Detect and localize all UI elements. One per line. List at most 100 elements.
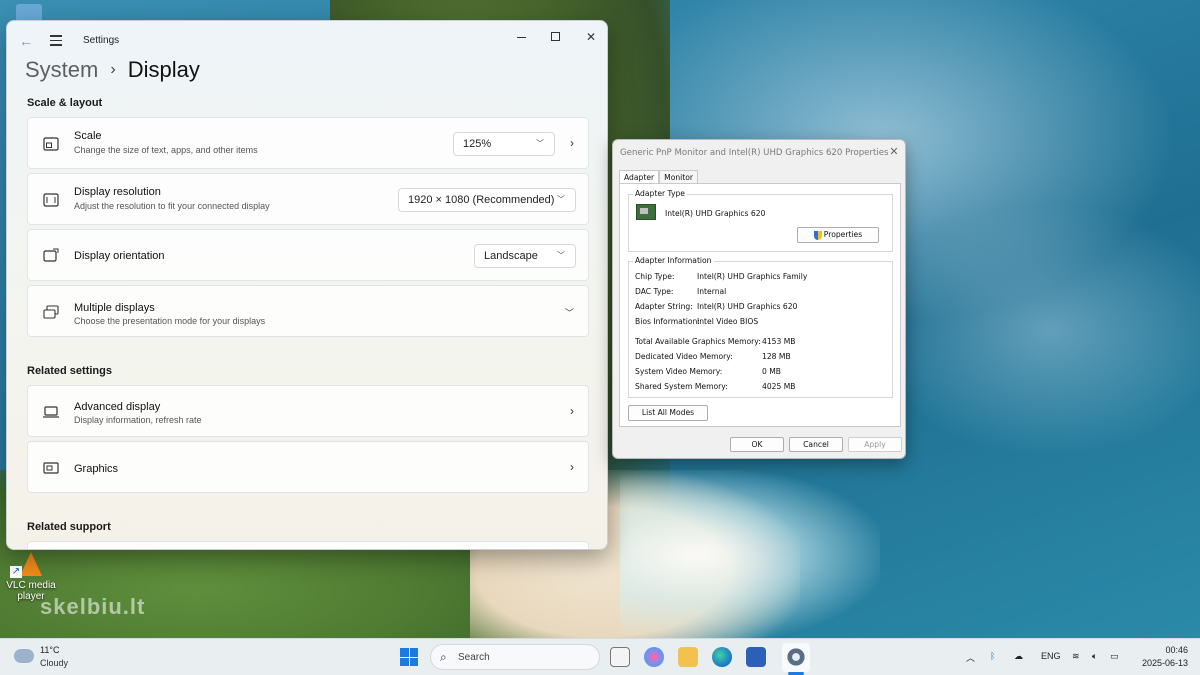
dialog-tabs: Adapter Monitor bbox=[619, 170, 699, 184]
cloud-icon[interactable] bbox=[14, 649, 34, 663]
apply-button[interactable]: Apply bbox=[848, 437, 902, 452]
scale-dropdown[interactable]: 125% ﹀ bbox=[453, 132, 555, 156]
settings-gear-icon[interactable] bbox=[786, 647, 806, 667]
memory-value: 0 MB bbox=[762, 367, 782, 376]
resolution-card[interactable]: Display resolution Adjust the resolution… bbox=[27, 173, 589, 225]
weather-temperature[interactable]: 11°C bbox=[40, 645, 59, 655]
memory-value: 4153 MB bbox=[762, 337, 796, 346]
info-key: Chip Type: bbox=[635, 272, 675, 281]
scale-card[interactable]: Scale Change the size of text, apps, and… bbox=[27, 117, 589, 169]
language-indicator[interactable]: ENG bbox=[1041, 651, 1061, 661]
chevron-right-icon[interactable]: › bbox=[570, 460, 574, 474]
adapter-name: Intel(R) UHD Graphics 620 bbox=[665, 209, 766, 218]
chevron-down-icon: ﹀ bbox=[557, 251, 565, 260]
clock-date[interactable]: 2025-06-13 bbox=[1136, 658, 1188, 668]
scale-value: 125% bbox=[463, 138, 492, 150]
resolution-value: 1920 × 1080 (Recommended) bbox=[408, 194, 555, 206]
section-scale-layout: Scale & layout bbox=[27, 97, 103, 109]
minimize-button[interactable] bbox=[503, 25, 539, 49]
multiple-displays-title: Multiple displays bbox=[74, 302, 155, 314]
back-arrow-icon[interactable]: ← bbox=[17, 32, 35, 50]
memory-row-shared: Shared System Memory: 4025 MB bbox=[635, 382, 796, 391]
info-value: Internal bbox=[697, 287, 727, 296]
uac-shield-icon bbox=[813, 230, 822, 240]
breadcrumb: System › Display bbox=[25, 57, 200, 83]
memory-row-system: System Video Memory: 0 MB bbox=[635, 367, 781, 376]
tab-adapter[interactable]: Adapter bbox=[619, 170, 660, 184]
search-label: Search bbox=[458, 652, 490, 663]
maximize-button[interactable] bbox=[537, 25, 573, 49]
battery-icon[interactable]: ▭ bbox=[1110, 651, 1119, 662]
start-button[interactable] bbox=[400, 648, 418, 666]
edge-browser-icon[interactable] bbox=[712, 647, 732, 667]
memory-key: Shared System Memory: bbox=[635, 382, 728, 391]
laptop-icon bbox=[43, 406, 59, 418]
graphics-card[interactable]: Graphics › bbox=[27, 441, 589, 493]
clock-time[interactable]: 00:46 bbox=[1160, 645, 1188, 655]
info-row-dac-type: DAC Type: Internal bbox=[635, 287, 726, 296]
show-hidden-icons-chevron-icon[interactable]: ︿ bbox=[966, 651, 975, 664]
tab-monitor[interactable]: Monitor bbox=[659, 170, 699, 184]
info-key: DAC Type: bbox=[635, 287, 674, 296]
chevron-right-icon[interactable]: › bbox=[570, 136, 574, 150]
chevron-down-icon: ﹀ bbox=[557, 195, 565, 204]
hamburger-menu-icon[interactable] bbox=[47, 32, 65, 50]
graphics-adapter-icon bbox=[636, 204, 656, 220]
adapter-info-group: Adapter Information Chip Type: Intel(R) … bbox=[628, 256, 893, 398]
multiple-displays-subtitle: Choose the presentation mode for your di… bbox=[74, 316, 266, 326]
info-value: Intel(R) UHD Graphics Family bbox=[697, 272, 808, 281]
scale-title: Scale bbox=[74, 130, 102, 142]
file-explorer-icon[interactable] bbox=[678, 647, 698, 667]
search-icon: ⌕ bbox=[440, 650, 447, 664]
info-key: Bios Information: bbox=[635, 317, 700, 326]
info-value: Intel Video BIOS bbox=[697, 317, 759, 326]
orientation-card[interactable]: Display orientation Landscape ﹀ bbox=[27, 229, 589, 281]
onedrive-cloud-icon[interactable]: ☁ bbox=[1014, 651, 1023, 662]
info-row-bios: Bios Information: Intel Video BIOS bbox=[635, 317, 758, 326]
info-row-adapter-string: Adapter String: Intel(R) UHD Graphics 62… bbox=[635, 302, 797, 311]
resolution-title: Display resolution bbox=[74, 186, 161, 198]
chevron-down-icon: ﹀ bbox=[536, 139, 544, 148]
weather-condition[interactable]: Cloudy bbox=[40, 658, 68, 668]
taskbar-search[interactable]: ⌕ Search bbox=[430, 644, 600, 670]
volume-icon[interactable]: 🔈︎ bbox=[1092, 651, 1097, 662]
info-value: Intel(R) UHD Graphics 620 bbox=[697, 302, 798, 311]
chevron-right-icon[interactable]: › bbox=[570, 404, 574, 418]
properties-button[interactable]: Properties bbox=[797, 227, 879, 243]
adapter-type-label: Adapter Type bbox=[633, 189, 687, 198]
shortcut-arrow-icon: ↗ bbox=[10, 566, 22, 578]
page-title: Display bbox=[127, 57, 200, 82]
section-related-support: Related support bbox=[27, 521, 111, 533]
list-all-modes-button[interactable]: List All Modes bbox=[628, 405, 708, 421]
graphics-card-icon bbox=[43, 462, 59, 474]
memory-key: System Video Memory: bbox=[635, 367, 723, 376]
bluetooth-icon[interactable]: ᛒ bbox=[990, 651, 995, 661]
breadcrumb-system[interactable]: System bbox=[25, 57, 98, 83]
wifi-icon[interactable]: ≋ bbox=[1072, 651, 1080, 662]
properties-button-label: Properties bbox=[823, 230, 863, 239]
dialog-close-icon[interactable]: ✕ bbox=[887, 145, 901, 159]
graphics-title: Graphics bbox=[74, 463, 119, 475]
store-icon[interactable] bbox=[746, 647, 766, 667]
advanced-display-card[interactable]: Advanced display Display information, re… bbox=[27, 385, 589, 437]
multiple-displays-card[interactable]: Multiple displays Choose the presentatio… bbox=[27, 285, 589, 337]
task-view-icon[interactable] bbox=[610, 647, 630, 667]
watermark: skelbiu.lt bbox=[40, 594, 146, 619]
ok-button[interactable]: OK bbox=[730, 437, 784, 452]
close-button[interactable]: ✕ bbox=[573, 25, 607, 49]
chevron-down-icon[interactable]: ﹀ bbox=[565, 306, 574, 319]
orientation-dropdown[interactable]: Landscape ﹀ bbox=[474, 244, 576, 268]
copilot-icon[interactable] bbox=[644, 647, 664, 667]
memory-row-total: Total Available Graphics Memory: 4153 MB bbox=[635, 337, 796, 346]
resolution-dropdown[interactable]: 1920 × 1080 (Recommended) ﹀ bbox=[398, 188, 576, 212]
memory-value: 128 MB bbox=[762, 352, 791, 361]
cancel-button[interactable]: Cancel bbox=[789, 437, 843, 452]
settings-titlebar[interactable]: ← Settings ✕ bbox=[7, 21, 607, 61]
related-support-card[interactable] bbox=[27, 541, 589, 549]
wallpaper-surf bbox=[620, 470, 880, 640]
memory-key: Dedicated Video Memory: bbox=[635, 352, 733, 361]
breadcrumb-separator: › bbox=[110, 61, 116, 78]
orientation-value: Landscape bbox=[484, 250, 538, 262]
scale-subtitle: Change the size of text, apps, and other… bbox=[74, 145, 258, 155]
memory-key: Total Available Graphics Memory: bbox=[635, 337, 761, 346]
